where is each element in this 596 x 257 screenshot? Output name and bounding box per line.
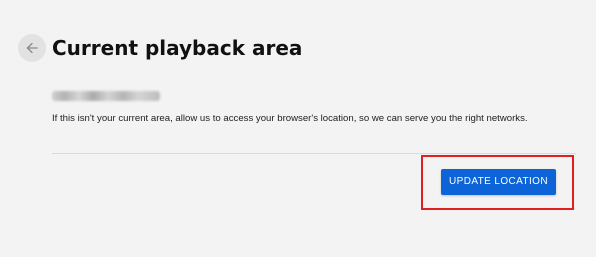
update-location-button[interactable]: UPDATE LOCATION	[441, 169, 556, 195]
current-location-redacted	[52, 91, 160, 101]
location-description: If this isn't your current area, allow u…	[52, 113, 528, 124]
arrow-left-icon	[25, 41, 39, 55]
section-divider	[52, 153, 576, 154]
page-title: Current playback area	[52, 36, 303, 60]
back-button[interactable]	[18, 34, 46, 62]
playback-area-page: Current playback area If this isn't your…	[0, 0, 596, 257]
